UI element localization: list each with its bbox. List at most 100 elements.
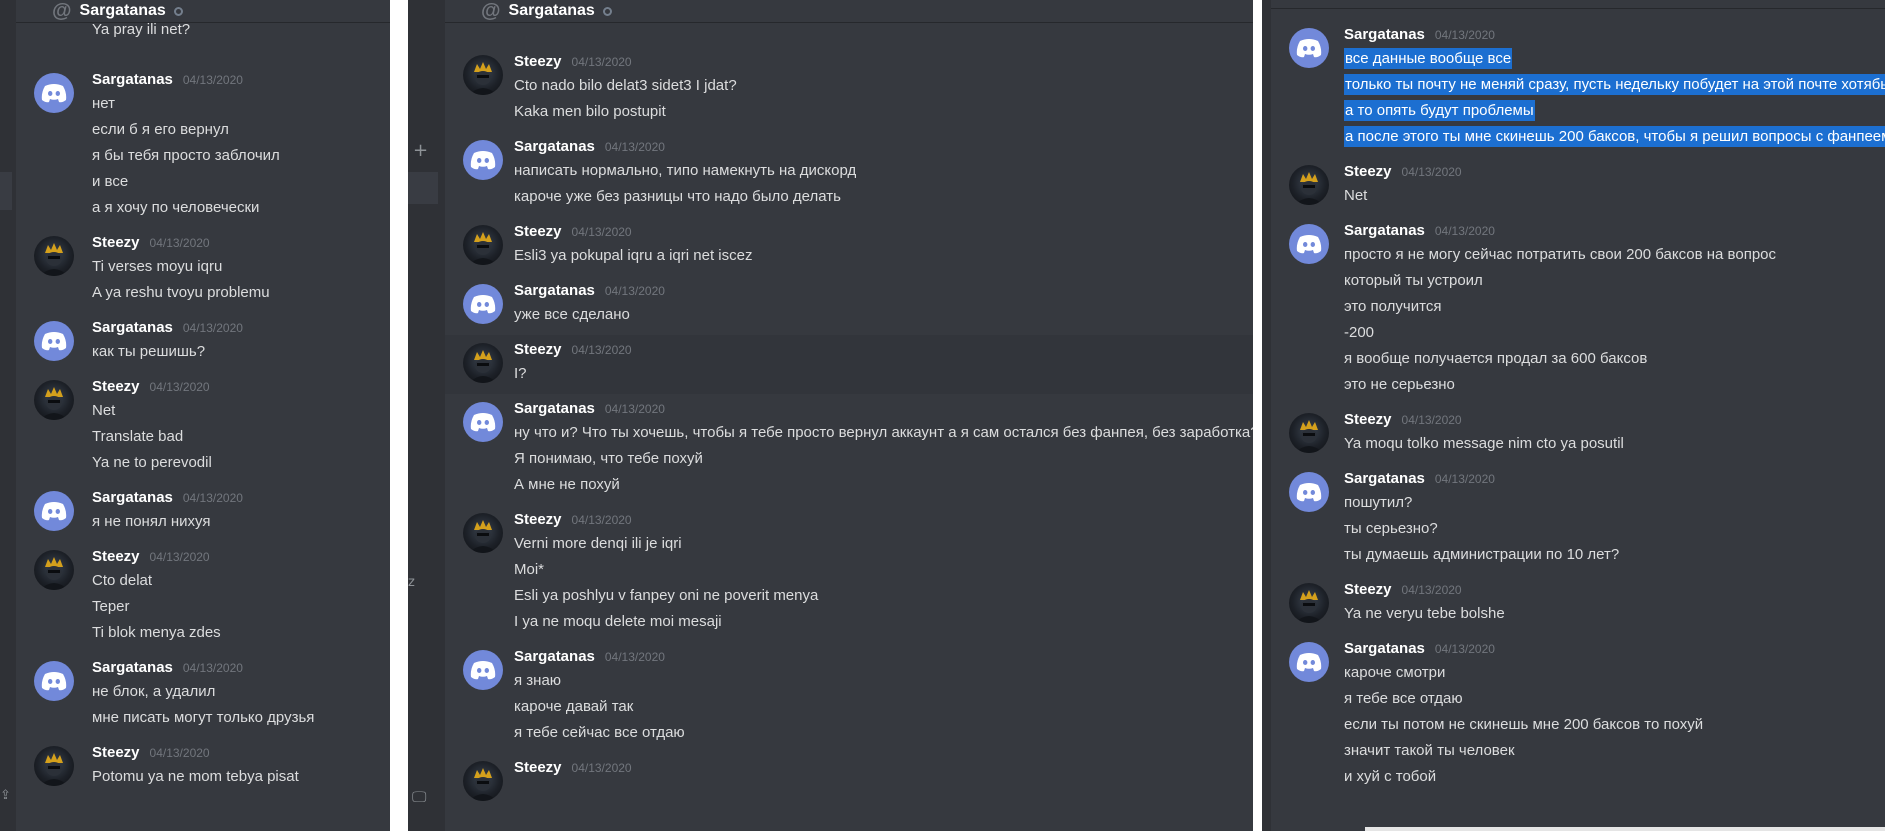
message-line-partial: Ya pray ili net? — [92, 23, 191, 37]
message-group: Sargatanas 04/13/2020 нет если б я его верн… — [16, 65, 390, 228]
message-group: Steezy 04/13/2020 Net — [1271, 157, 1885, 216]
message-text: A ya reshu tvoyu problemu — [92, 280, 390, 306]
avatar[interactable] — [34, 550, 74, 590]
avatar[interactable] — [1289, 472, 1329, 512]
steezy-avatar-image — [1295, 590, 1323, 623]
avatar[interactable] — [34, 321, 74, 361]
author-name[interactable]: Steezy — [514, 759, 562, 776]
author-name[interactable]: Sargatanas — [92, 489, 173, 506]
message-header: Steezy 04/13/2020 — [92, 744, 390, 764]
chat-panel-3: Sargatanas 04/13/2020 все данные вообще вс… — [1262, 0, 1885, 831]
timestamp: 04/13/2020 — [1434, 28, 1495, 42]
message-text: ты серьезно? — [1344, 516, 1885, 542]
author-name[interactable]: Sargatanas — [514, 400, 595, 417]
message-text: Verni more denqi ili je iqri — [514, 531, 1253, 557]
author-name[interactable]: Steezy — [514, 53, 562, 70]
message-text: Kaka men bilo postupit — [514, 99, 1253, 125]
avatar[interactable] — [34, 380, 74, 420]
message-text-content: я тебе все отдаю — [1344, 690, 1463, 707]
author-name[interactable]: Steezy — [92, 744, 140, 761]
message-group: Steezy 04/13/2020 I? — [445, 335, 1253, 394]
avatar[interactable] — [34, 73, 74, 113]
author-name[interactable]: Sargatanas — [1344, 640, 1425, 657]
author-name[interactable]: Steezy — [514, 511, 562, 528]
message-text: а то опять будут проблемы — [1344, 98, 1885, 124]
message-header: Steezy 04/13/2020 — [514, 53, 1253, 73]
timestamp: 04/13/2020 — [1401, 583, 1462, 597]
avatar[interactable] — [463, 225, 503, 265]
horizontal-scrollbar[interactable] — [1365, 827, 1885, 831]
avatar[interactable] — [1289, 413, 1329, 453]
timestamp: 04/13/2020 — [149, 746, 210, 760]
avatar[interactable] — [34, 236, 74, 276]
channel-glyph: z — [408, 575, 415, 590]
timestamp: 04/13/2020 — [571, 343, 632, 357]
author-name[interactable]: Steezy — [92, 548, 140, 565]
avatar[interactable] — [463, 284, 503, 324]
author-name[interactable]: Steezy — [1344, 411, 1392, 428]
avatar[interactable] — [463, 650, 503, 690]
author-name[interactable]: Sargatanas — [1344, 470, 1425, 487]
author-name[interactable]: Sargatanas — [514, 648, 595, 665]
author-name[interactable]: Steezy — [1344, 581, 1392, 598]
chat-panel-1: ⇪ @ Sargatanas Ya pray ili net? Sargatan… — [0, 0, 390, 831]
author-name[interactable]: Steezy — [92, 378, 140, 395]
message-group: Sargatanas 04/13/2020 не блок, а удалил мне… — [16, 653, 390, 738]
channel-item-edge[interactable] — [408, 172, 438, 204]
avatar[interactable] — [1289, 224, 1329, 264]
author-name[interactable]: Sargatanas — [1344, 222, 1425, 239]
upload-icon[interactable]: ⇪ — [0, 788, 11, 803]
author-name[interactable]: Steezy — [514, 223, 562, 240]
avatar[interactable] — [463, 343, 503, 383]
avatar[interactable] — [1289, 28, 1329, 68]
message-text: это получится — [1344, 294, 1885, 320]
add-icon[interactable]: + — [413, 140, 428, 161]
message-group: Sargatanas 04/13/2020 уже все сделано — [445, 276, 1253, 335]
message-text: а после этого ты мне скинешь 200 баксов,… — [1344, 124, 1885, 150]
avatar[interactable] — [34, 491, 74, 531]
message-group: Sargatanas 04/13/2020 я знаю кароче давай т… — [445, 642, 1253, 753]
message-text-content: A ya reshu tvoyu problemu — [92, 284, 270, 301]
author-name[interactable]: Sargatanas — [514, 282, 595, 299]
message-header: Steezy 04/13/2020 — [92, 548, 390, 568]
author-name[interactable]: Steezy — [1344, 163, 1392, 180]
author-name[interactable]: Sargatanas — [92, 319, 173, 336]
message-text-content: если ты потом не скинешь мне 200 баксов … — [1344, 716, 1704, 733]
avatar[interactable] — [34, 746, 74, 786]
message-text-content: уже все сделано — [514, 306, 630, 323]
author-name[interactable]: Sargatanas — [92, 659, 173, 676]
message-group: Sargatanas 04/13/2020 пошутил? ты серьезно?… — [1271, 464, 1885, 575]
message-text: I? — [514, 361, 1253, 387]
message-text: если ты потом не скинешь мне 200 баксов … — [1344, 712, 1885, 738]
author-name[interactable]: Sargatanas — [92, 71, 173, 88]
message-text-content: ну что и? Что ты хочешь, чтобы я тебе пр… — [514, 424, 1253, 441]
author-name[interactable]: Steezy — [92, 234, 140, 251]
avatar[interactable] — [1289, 583, 1329, 623]
message-text-content: Ya moqu tolko message nim cto ya posutil — [1344, 435, 1624, 452]
avatar[interactable] — [1289, 165, 1329, 205]
message-text: кароче уже без разницы что надо было дел… — [514, 184, 1253, 210]
message-header: Steezy 04/13/2020 — [1344, 411, 1885, 431]
message-text-content: кароче давай так — [514, 698, 634, 715]
avatar[interactable] — [463, 402, 503, 442]
author-name[interactable]: Sargatanas — [1344, 26, 1425, 43]
message-text-content: Esli ya poshlyu v fanpey oni ne poverit … — [514, 587, 819, 604]
avatar[interactable] — [463, 55, 503, 95]
sidebar-edge: ⇪ — [0, 0, 16, 831]
avatar[interactable] — [463, 140, 503, 180]
avatar[interactable] — [463, 513, 503, 553]
message-text: Ya ne to perevodil — [92, 450, 390, 476]
avatar[interactable] — [1289, 642, 1329, 682]
message-group: Sargatanas 04/13/2020 написать нормально, … — [445, 132, 1253, 217]
message-text-content: кароче смотри — [1344, 664, 1446, 681]
timestamp: 04/13/2020 — [1434, 224, 1495, 238]
selected-text: все данные вообще все — [1344, 48, 1513, 69]
author-name[interactable]: Steezy — [514, 341, 562, 358]
avatar[interactable] — [463, 761, 503, 801]
avatar[interactable] — [34, 661, 74, 701]
screen-share-icon[interactable]: 🖵 — [412, 788, 426, 806]
channel-item-edge[interactable] — [0, 172, 12, 210]
message-group: Steezy 04/13/2020 Verni more denqi ili je … — [445, 505, 1253, 642]
chat-panel-2: + z 🖵 @ Sargatanas Steezy 04/13/2020 Cto n… — [408, 0, 1253, 831]
author-name[interactable]: Sargatanas — [514, 138, 595, 155]
